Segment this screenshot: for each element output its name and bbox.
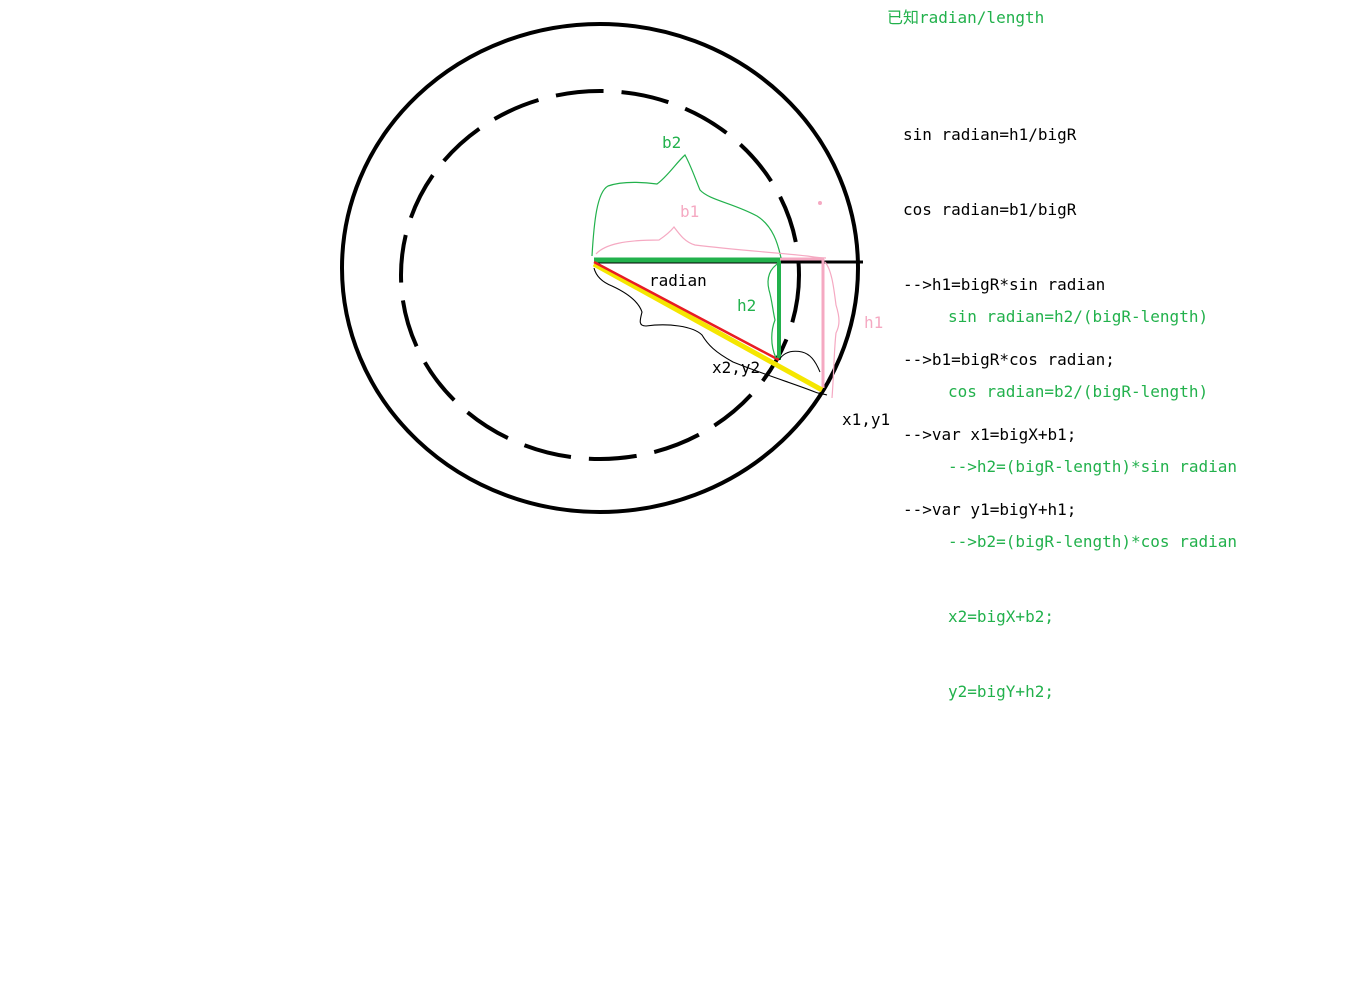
inner-formulas: sin radian=h2/(bigR-length) cos radian=b… (948, 254, 1237, 754)
formula-line: -->h2=(bigR-length)*sin radian (948, 457, 1237, 476)
diagram-canvas: b2 b1 radian h2 h1 x2,y2 x1,y1 已知radian/… (0, 0, 1360, 1000)
b1-label: b1 (680, 202, 699, 221)
formula-line: cos radian=b1/bigR (903, 200, 1077, 219)
x2y2-label: x2,y2 (712, 358, 760, 377)
inner-dashed-circle (399, 89, 801, 461)
formula-line: cos radian=b2/(bigR-length) (948, 382, 1209, 401)
formula-line: y2=bigY+h2; (948, 682, 1054, 701)
formula-line: -->b2=(bigR-length)*cos radian (948, 532, 1237, 551)
x1y1-label: x1,y1 (842, 410, 890, 429)
formula-line: sin radian=h2/(bigR-length) (948, 307, 1209, 326)
h1-label: h1 (864, 313, 883, 332)
b2-label: b2 (662, 133, 681, 152)
formula-line: sin radian=h1/bigR (903, 125, 1077, 144)
radian-label: radian (649, 271, 707, 290)
formula-line: x2=bigX+b2; (948, 607, 1054, 626)
outer-hypotenuse (592, 261, 824, 393)
h2-label: h2 (737, 296, 756, 315)
diagram-title: 已知radian/length (887, 8, 1045, 27)
pink-dot (818, 201, 822, 205)
